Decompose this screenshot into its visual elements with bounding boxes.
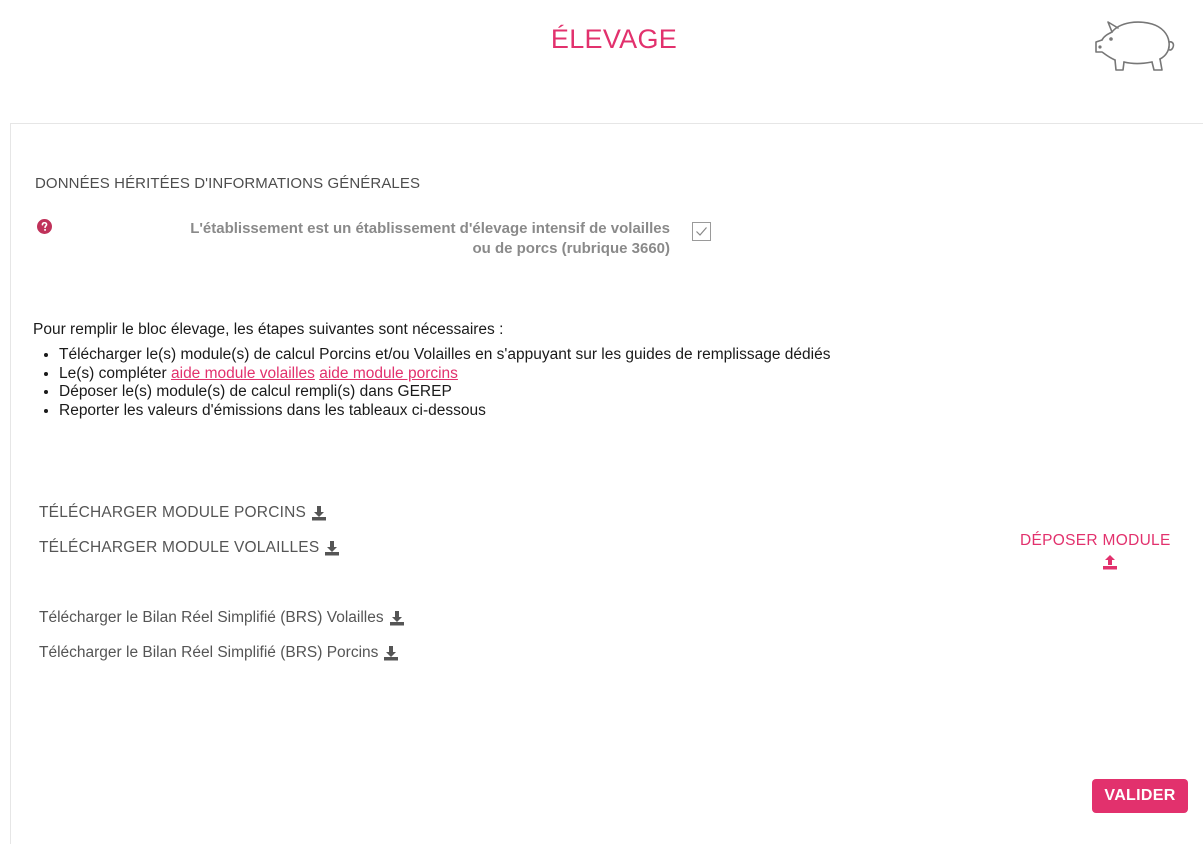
aide-module-volailles-link[interactable]: aide module volailles xyxy=(171,365,315,382)
download-icon xyxy=(312,506,327,521)
list-item: Déposer le(s) module(s) de calcul rempli… xyxy=(59,383,830,402)
list-item: Le(s) compléter aide module volailles ai… xyxy=(59,365,830,384)
download-brs-porcins-link[interactable]: Télécharger le Bilan Réel Simplifié (BRS… xyxy=(39,644,399,662)
download-brs-volailles-link[interactable]: Télécharger le Bilan Réel Simplifié (BRS… xyxy=(39,609,405,627)
step2-prefix: Le(s) compléter xyxy=(59,364,167,382)
download-module-volailles-link[interactable]: TÉLÉCHARGER MODULE VOLAILLES xyxy=(39,539,340,557)
section-title-inherited: DONNÉES HÉRITÉES D'INFORMATIONS GÉNÉRALE… xyxy=(35,175,421,192)
intensive-farming-question: L'établissement est un établissement d'é… xyxy=(60,219,670,259)
download-module-porcins-link[interactable]: TÉLÉCHARGER MODULE PORCINS xyxy=(39,504,327,522)
download-icon xyxy=(389,611,404,626)
instructions-intro: Pour remplir le bloc élevage, les étapes… xyxy=(33,321,504,338)
question-line-1: L'établissement est un établissement d'é… xyxy=(190,220,670,237)
page-title: ÉLEVAGE xyxy=(550,24,678,54)
download-brs-volailles-label: Télécharger le Bilan Réel Simplifié (BRS… xyxy=(39,609,384,626)
list-item: Télécharger le(s) module(s) de calcul Po… xyxy=(59,346,830,365)
download-icon xyxy=(325,541,340,556)
download-icon xyxy=(384,646,399,661)
deposit-module-label: DÉPOSER MODULE xyxy=(1020,532,1171,549)
aide-module-porcins-link[interactable]: aide module porcins xyxy=(319,365,458,382)
question-line-2: ou de porcs (rubrique 3660) xyxy=(472,240,670,257)
list-item: Reporter les valeurs d'émissions dans le… xyxy=(59,402,830,421)
validate-button[interactable]: VALIDER xyxy=(1092,779,1188,813)
intensive-farming-checkbox xyxy=(692,222,711,241)
upload-icon xyxy=(1103,555,1117,570)
download-module-porcins-label: TÉLÉCHARGER MODULE PORCINS xyxy=(39,504,307,521)
check-icon xyxy=(696,227,707,236)
instructions-list: Télécharger le(s) module(s) de calcul Po… xyxy=(33,346,830,420)
deposit-module-button[interactable]: DÉPOSER MODULE xyxy=(1020,532,1200,570)
pig-icon xyxy=(1095,21,1175,71)
question-icon[interactable] xyxy=(37,219,52,234)
download-module-volailles-label: TÉLÉCHARGER MODULE VOLAILLES xyxy=(39,539,320,556)
download-brs-porcins-label: Télécharger le Bilan Réel Simplifié (BRS… xyxy=(39,644,379,661)
